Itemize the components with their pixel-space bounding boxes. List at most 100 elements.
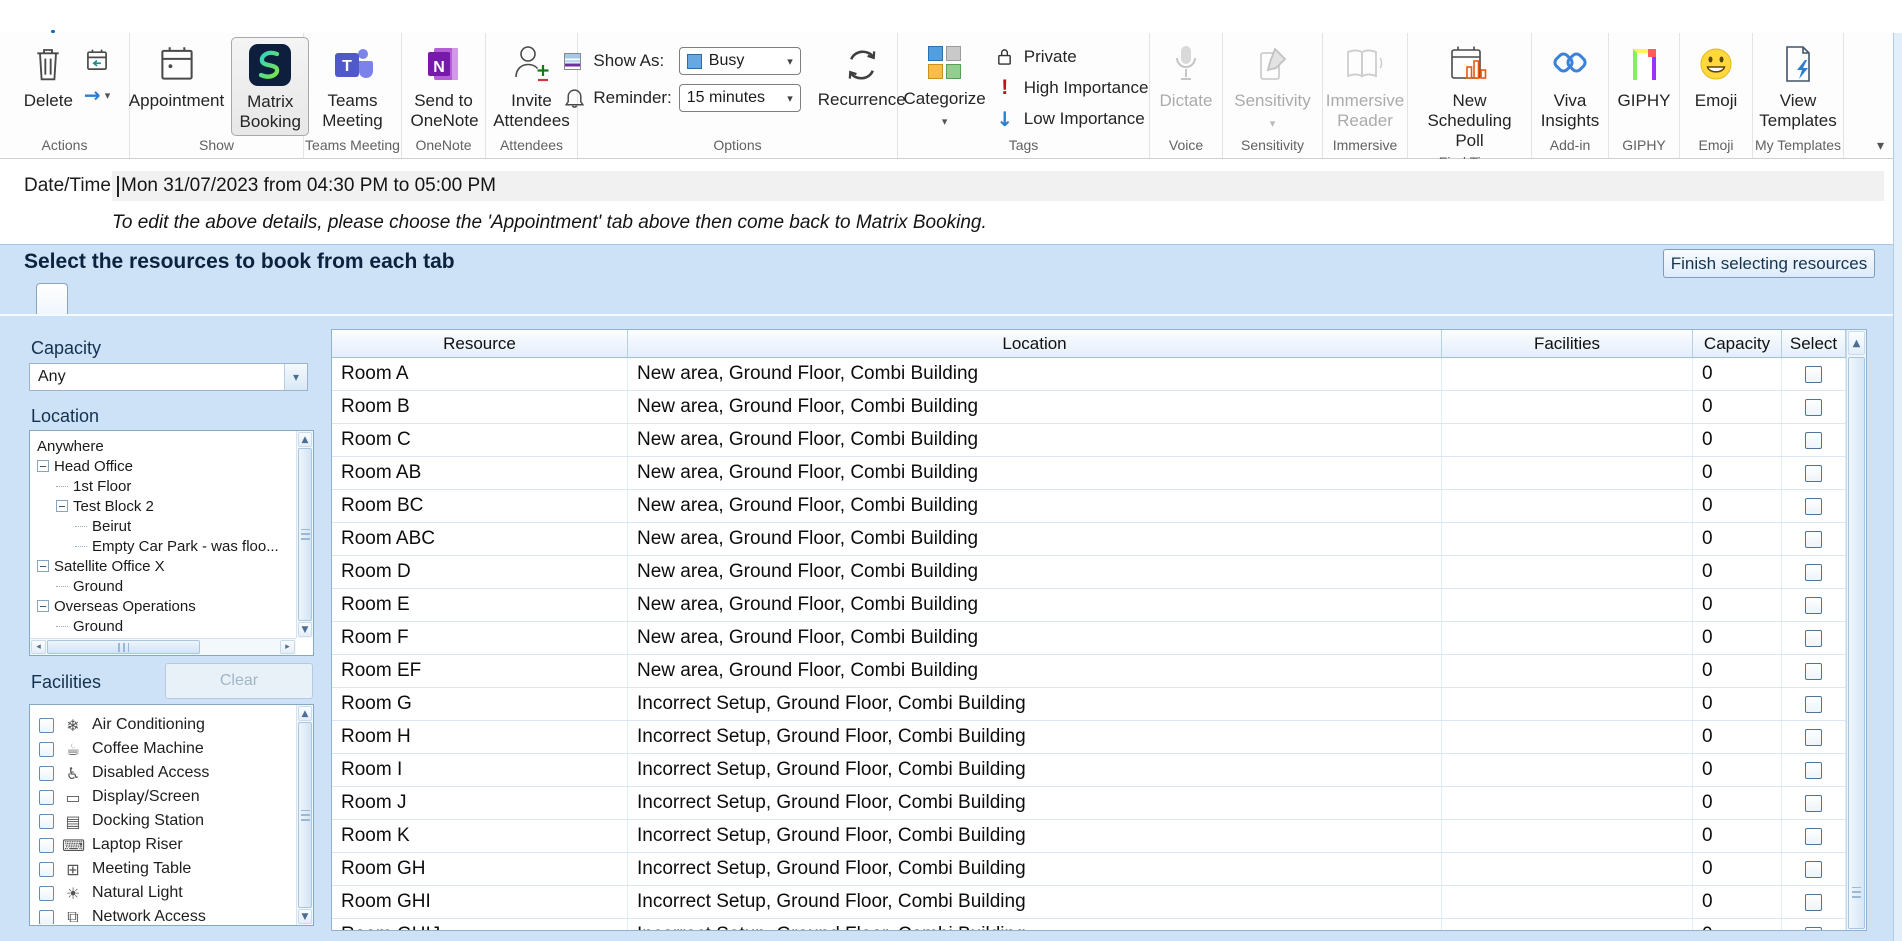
facility-row[interactable]: ▤ Docking Station xyxy=(31,809,295,833)
facility-row[interactable]: ⊞ Meeting Table xyxy=(31,857,295,881)
scroll-left-icon[interactable]: ◂ xyxy=(31,640,46,654)
viva-insights-button[interactable]: Viva Insights xyxy=(1534,37,1606,134)
facility-row[interactable]: ⧉ Network Access xyxy=(31,905,295,924)
column-header-resource[interactable]: Resource xyxy=(332,330,628,357)
send-to-onenote-button[interactable]: N Send to OneNote xyxy=(406,37,482,134)
tree-horizontal-scrollbar[interactable]: ◂ ▸ xyxy=(30,638,296,655)
resource-tab[interactable] xyxy=(218,284,248,314)
facility-row[interactable]: ☀ Natural Light xyxy=(31,881,295,905)
select-checkbox[interactable] xyxy=(1805,927,1822,931)
facility-checkbox[interactable] xyxy=(39,718,54,733)
dropdown-arrow-icon[interactable] xyxy=(284,364,307,390)
facility-checkbox[interactable] xyxy=(39,766,54,781)
location-tree-item[interactable]: Test Block 2 xyxy=(31,496,295,516)
finish-selecting-resources-button[interactable]: Finish selecting resources xyxy=(1663,249,1875,278)
tree-expander-icon[interactable] xyxy=(75,546,87,547)
location-tree-item[interactable]: Beirut xyxy=(31,516,295,536)
facility-row[interactable]: ▭ Display/Screen xyxy=(31,785,295,809)
facility-checkbox[interactable] xyxy=(39,886,54,901)
location-tree-item[interactable]: Head Office xyxy=(31,456,295,476)
resource-tab[interactable] xyxy=(128,284,158,314)
location-tree-item[interactable]: Empty Car Park - was floo... xyxy=(31,536,295,556)
location-tree-item[interactable]: Satellite Office X xyxy=(31,556,295,576)
facility-checkbox[interactable] xyxy=(39,814,54,829)
resource-tab[interactable] xyxy=(158,284,188,314)
show-as-select[interactable]: Busy xyxy=(679,47,801,75)
tree-vertical-scrollbar[interactable]: ▲ ▼ xyxy=(296,431,313,638)
select-checkbox[interactable] xyxy=(1805,630,1822,647)
scrollbar-thumb[interactable] xyxy=(298,448,312,621)
location-tree-item[interactable]: Ground xyxy=(31,616,295,636)
categorize-button[interactable]: Categorize xyxy=(899,35,991,133)
tree-expander-icon[interactable] xyxy=(56,500,68,512)
giphy-button[interactable]: GIPHY xyxy=(1613,37,1676,114)
location-tree-item[interactable]: Ground xyxy=(31,576,295,596)
chevron-down-icon[interactable] xyxy=(105,86,111,104)
scroll-up-icon[interactable]: ▲ xyxy=(298,706,312,721)
facility-row[interactable]: ♿ Disabled Access xyxy=(31,761,295,785)
select-checkbox[interactable] xyxy=(1805,366,1822,383)
column-header-capacity[interactable]: Capacity xyxy=(1693,330,1782,357)
delete-button[interactable]: Delete xyxy=(19,37,78,114)
facility-row[interactable]: ❄ Air Conditioning xyxy=(31,713,295,737)
select-checkbox[interactable] xyxy=(1805,762,1822,779)
scrollbar-thumb[interactable] xyxy=(47,640,200,654)
tree-expander-icon[interactable] xyxy=(56,486,68,487)
select-checkbox[interactable] xyxy=(1805,861,1822,878)
reminder-select[interactable]: 15 minutes xyxy=(679,84,801,112)
select-checkbox[interactable] xyxy=(1805,498,1822,515)
select-checkbox[interactable] xyxy=(1805,663,1822,680)
scroll-down-icon[interactable]: ▼ xyxy=(298,622,312,637)
window-right-scrollbar-gutter[interactable] xyxy=(1893,33,1902,941)
menu-tab[interactable] xyxy=(68,0,98,33)
facility-checkbox[interactable] xyxy=(39,910,54,925)
tree-expander-icon[interactable] xyxy=(37,460,49,472)
select-checkbox[interactable] xyxy=(1805,564,1822,581)
high-importance-button[interactable]: High Importance xyxy=(995,72,1149,103)
select-checkbox[interactable] xyxy=(1805,729,1822,746)
facility-checkbox[interactable] xyxy=(39,838,54,853)
scroll-up-icon[interactable]: ▲ xyxy=(1848,331,1865,355)
select-checkbox[interactable] xyxy=(1805,399,1822,416)
scrollbar-thumb[interactable] xyxy=(1848,357,1865,929)
scrollbar-thumb[interactable] xyxy=(298,722,312,908)
menu-tab[interactable] xyxy=(38,0,68,33)
datetime-field[interactable]: Mon 31/07/2023 from 04:30 PM to 05:00 PM xyxy=(112,171,1884,201)
location-tree-item[interactable]: 1st Floor xyxy=(31,476,295,496)
tree-expander-icon[interactable] xyxy=(37,560,49,572)
private-button[interactable]: Private xyxy=(995,41,1149,72)
menu-tab[interactable] xyxy=(188,0,218,33)
location-tree-item[interactable]: Overseas Operations xyxy=(31,596,295,616)
facility-row[interactable]: ☕ Coffee Machine xyxy=(31,737,295,761)
facility-row[interactable]: ⌨ Laptop Riser xyxy=(31,833,295,857)
forward-button[interactable] xyxy=(84,37,110,107)
recurrence-button[interactable]: Recurrence xyxy=(813,37,911,113)
select-checkbox[interactable] xyxy=(1805,894,1822,911)
select-checkbox[interactable] xyxy=(1805,597,1822,614)
scroll-up-icon[interactable]: ▲ xyxy=(298,432,312,447)
tree-expander-icon[interactable] xyxy=(56,586,68,587)
resource-tab[interactable] xyxy=(36,283,68,314)
menu-tab[interactable] xyxy=(8,0,38,33)
select-checkbox[interactable] xyxy=(1805,795,1822,812)
location-tree-item[interactable]: Anywhere xyxy=(31,436,295,456)
clear-facilities-button[interactable]: Clear xyxy=(165,663,313,699)
scroll-down-icon[interactable]: ▼ xyxy=(298,909,312,924)
view-templates-button[interactable]: View Templates xyxy=(1751,37,1845,134)
tree-expander-icon[interactable] xyxy=(75,526,87,527)
facility-checkbox[interactable] xyxy=(39,862,54,877)
select-checkbox[interactable] xyxy=(1805,465,1822,482)
scroll-right-icon[interactable]: ▸ xyxy=(280,640,295,654)
emoji-button[interactable]: Emoji xyxy=(1690,37,1743,114)
menu-tab[interactable] xyxy=(128,0,158,33)
facility-checkbox[interactable] xyxy=(39,790,54,805)
resource-tab[interactable] xyxy=(68,284,98,314)
capacity-dropdown[interactable]: Any xyxy=(29,363,308,391)
select-checkbox[interactable] xyxy=(1805,828,1822,845)
menu-tab[interactable] xyxy=(98,0,128,33)
select-checkbox[interactable] xyxy=(1805,432,1822,449)
new-scheduling-poll-button[interactable]: New Scheduling Poll xyxy=(1408,37,1532,154)
collapse-ribbon-icon[interactable] xyxy=(1877,137,1884,154)
facility-checkbox[interactable] xyxy=(39,742,54,757)
menu-tab[interactable] xyxy=(158,0,188,33)
